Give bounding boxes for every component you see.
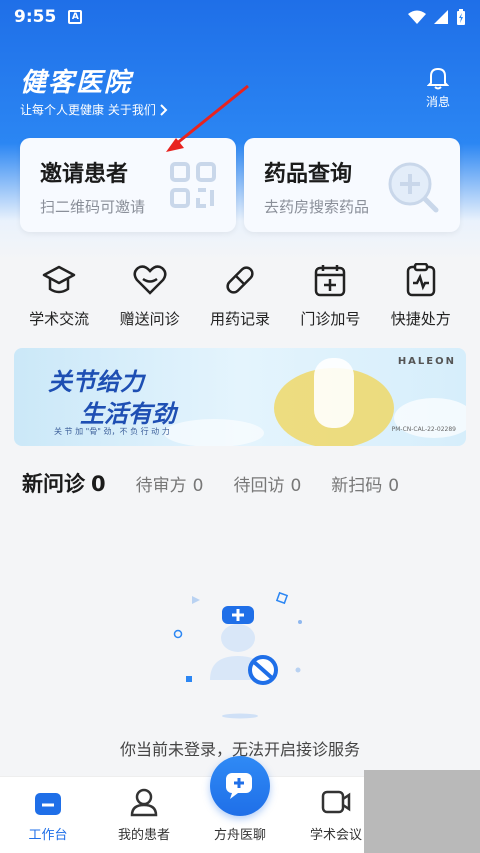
- clipboard-pulse-icon: [406, 263, 435, 297]
- shortcut-label: 学术交流: [29, 310, 90, 328]
- signal-icon: [434, 10, 448, 24]
- empty-state-illustration: [173, 591, 302, 719]
- invite-patient-card[interactable]: 邀请患者 扫二维码可邀请: [20, 138, 236, 232]
- shortcut-label: 用药记录: [209, 310, 270, 328]
- status-time: 9:55: [14, 7, 57, 27]
- chevron-right-icon: [160, 103, 168, 116]
- message-button[interactable]: 消息: [426, 66, 450, 110]
- status-bar: 9:55 A: [0, 0, 480, 34]
- wifi-icon: [408, 10, 426, 24]
- nav-my-patients[interactable]: 我的患者: [101, 784, 187, 843]
- slogan-link[interactable]: 让每个人更健康 关于我们: [20, 101, 168, 118]
- nav-label: 我的患者: [117, 828, 170, 843]
- status-icons: [408, 9, 466, 25]
- banner-line2: 生活有劲: [80, 400, 176, 428]
- workbench-icon: [35, 793, 61, 815]
- shortcut-label: 赠送问诊: [119, 310, 180, 328]
- shortcut-gift-consult[interactable]: 赠送问诊: [108, 258, 192, 329]
- nav-label: 工作台: [28, 828, 68, 843]
- bell-icon: [426, 67, 450, 90]
- brand-block: 健客医院 让每个人更健康 关于我们: [20, 62, 168, 118]
- calendar-plus-icon: [315, 265, 346, 297]
- banner-line1: 关节给力: [48, 368, 144, 396]
- slogan-text: 让每个人更健康 关于我们: [20, 103, 156, 117]
- shortcut-grid: 学术交流 赠送问诊 用药记录 门诊加号 快捷处方: [0, 258, 480, 329]
- shortcut-label: 快捷处方: [390, 310, 451, 328]
- mortarboard-icon: [42, 265, 76, 294]
- banner-code: PM-CN-CAL-22-02289: [391, 426, 456, 433]
- search-plus-icon: [388, 162, 439, 213]
- sim-icon: A: [68, 10, 83, 24]
- app-name: 健客医院: [20, 68, 133, 98]
- shortcut-outpatient-add[interactable]: 门诊加号: [288, 258, 372, 329]
- banner-brand: HALEON: [397, 356, 456, 367]
- shortcut-label: 门诊加号: [300, 310, 361, 328]
- person-icon: [130, 788, 158, 817]
- chat-plus-icon: [226, 773, 252, 799]
- pill-icon: [226, 266, 254, 294]
- battery-icon: [457, 9, 465, 25]
- drug-search-card[interactable]: 药品查询 去药房搜索药品: [244, 138, 460, 232]
- tab-new-scan[interactable]: 新扫码 0: [331, 471, 399, 496]
- tab-pending-review[interactable]: 待审方 0: [136, 471, 204, 496]
- qr-code-icon: [170, 162, 216, 208]
- consult-tabs: 新问诊 0 待审方 0 待回访 0 新扫码 0: [22, 468, 399, 498]
- corner-overlay: [364, 770, 480, 853]
- shortcut-academic[interactable]: 学术交流: [17, 258, 101, 329]
- ark-chat-center-button[interactable]: [210, 756, 270, 816]
- shortcut-quick-prescription[interactable]: 快捷处方: [379, 258, 463, 329]
- nav-workbench[interactable]: 工作台: [5, 784, 91, 843]
- promo-banner[interactable]: 关节给力 生活有劲 关 节 加 "骨" 劲，不 负 行 动 力 HALEON P…: [14, 348, 466, 446]
- video-icon: [321, 790, 351, 814]
- nav-label: 方舟医聊: [213, 828, 266, 843]
- tab-pending-followup[interactable]: 待回访 0: [233, 471, 301, 496]
- banner-line3: 关 节 加 "骨" 劲，不 负 行 动 力: [54, 427, 170, 436]
- message-label: 消息: [425, 95, 450, 109]
- tab-new-consult[interactable]: 新问诊 0: [22, 468, 106, 498]
- shortcut-medication-record[interactable]: 用药记录: [198, 258, 282, 329]
- heart-icon: [133, 265, 167, 295]
